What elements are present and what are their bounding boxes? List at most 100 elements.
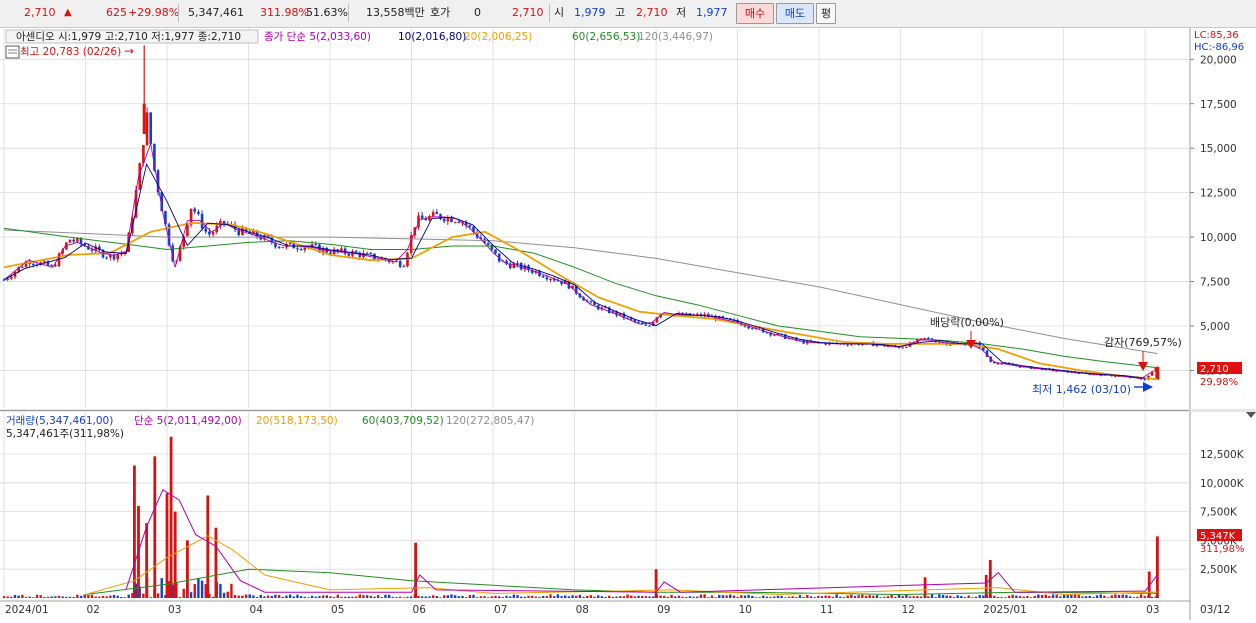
- volume-bar: [46, 596, 50, 598]
- low-note: 최저 1,462 (03/10): [1032, 383, 1131, 396]
- volume-bar: [17, 595, 20, 598]
- volume-bar: [347, 596, 350, 598]
- volume-bar: [696, 596, 699, 598]
- volume-bar: [285, 595, 288, 598]
- candle-body: [541, 275, 545, 278]
- volume-bar: [993, 595, 996, 598]
- volume-bar: [281, 596, 284, 598]
- volume-bar: [1029, 597, 1033, 598]
- volume-bar: [508, 596, 512, 598]
- volume-bar: [497, 596, 501, 598]
- stock-chart[interactable]: 2024/01 02 03 04 05 06 07 08 09 10 11 12 2025/01 02 03…: [0, 28, 1256, 620]
- x-tick-label: 2024/01: [5, 604, 49, 616]
- candle-body: [457, 222, 461, 224]
- volume-bar: [542, 595, 545, 598]
- buy-button[interactable]: 매수: [736, 3, 774, 24]
- candle-body: [197, 211, 200, 214]
- volume-bar: [1026, 596, 1029, 598]
- average-button[interactable]: 평: [816, 3, 836, 24]
- volume-bar: [358, 594, 361, 598]
- volume-bar: [556, 594, 560, 598]
- volume-spike-bar: [214, 527, 218, 598]
- volume-bar: [409, 596, 413, 598]
- volume-bar: [450, 594, 453, 598]
- volume-bar: [593, 596, 596, 598]
- volume-bar: [1011, 594, 1014, 598]
- volume-bar: [960, 595, 963, 598]
- current-price: 2,710: [24, 6, 56, 19]
- volume-bar: [65, 596, 68, 598]
- volume-bar: [87, 595, 90, 598]
- volume-bar: [288, 594, 292, 598]
- candle-body: [846, 344, 849, 346]
- candle-body: [76, 238, 79, 242]
- volume-bar: [549, 594, 552, 598]
- volume-bar: [901, 595, 904, 598]
- volume-bar: [1150, 597, 1154, 598]
- volume-bar: [219, 584, 222, 598]
- volume-spike-bar: [206, 495, 210, 598]
- volume-bar: [494, 595, 497, 598]
- volume-bar: [248, 594, 251, 598]
- calendar-icon[interactable]: [5, 45, 20, 59]
- volume-bar: [571, 595, 574, 598]
- sell-button[interactable]: 매도: [776, 3, 814, 24]
- volume-bar: [263, 596, 266, 598]
- volume-bar: [674, 596, 677, 598]
- volume-bar: [32, 597, 35, 598]
- volume-bar: [1121, 594, 1124, 598]
- volume-bar: [446, 595, 450, 598]
- high-price: 2,710: [636, 6, 668, 19]
- candle-body: [927, 337, 930, 339]
- volume-bar: [417, 595, 420, 598]
- volume-bar: [1015, 595, 1018, 598]
- candle-body: [750, 328, 754, 330]
- volume-spike-bar: [169, 436, 173, 598]
- candle-body: [648, 325, 651, 327]
- volume-bar: [622, 596, 626, 598]
- legend-item: 60(403,709,52): [362, 415, 444, 427]
- volume-bar: [575, 595, 578, 598]
- x-tick-label: 09: [657, 604, 670, 616]
- candle-body: [343, 248, 347, 254]
- volume-bar: [211, 596, 215, 598]
- volume-bar: [897, 594, 901, 598]
- volume-spike-bar: [654, 569, 658, 598]
- candle-body: [901, 347, 904, 349]
- volume-bar: [982, 595, 985, 598]
- volume-bar: [861, 594, 864, 598]
- volume-bar: [894, 596, 897, 598]
- volume-bar: [380, 596, 384, 598]
- dividend-note: 배당락(0,00%): [930, 316, 1004, 329]
- last-candle: [1155, 366, 1160, 380]
- volume-bar: [692, 596, 695, 598]
- volume-spike-bar: [1155, 536, 1159, 598]
- volume-bar: [109, 595, 112, 598]
- candle-body: [32, 264, 35, 266]
- volume-bar: [406, 596, 409, 598]
- volume-bar: [1000, 597, 1003, 598]
- volume-bar: [846, 595, 849, 598]
- volume-bar: [608, 595, 611, 598]
- volume-bar: [112, 595, 116, 598]
- volume-bar: [178, 596, 182, 598]
- candle-body: [10, 276, 13, 279]
- volume-bar: [226, 591, 229, 598]
- volume-bar: [828, 595, 831, 598]
- volume-bar: [648, 596, 651, 598]
- stock-info-label: 아센디오 시:1,979 고:2,710 저:1,977 종:2,710: [16, 31, 241, 43]
- volume-spike-bar: [414, 542, 418, 598]
- volume-bar: [743, 595, 747, 598]
- candle-body: [204, 228, 208, 232]
- volume-bar: [791, 596, 794, 598]
- volume-bar: [545, 596, 549, 598]
- candle-body: [369, 252, 373, 254]
- quote-toolbar: 2,710 ▲ 625 +29.98% 5,347,461 311.98% 51…: [0, 0, 1256, 28]
- volume-bar: [732, 595, 736, 598]
- chart-area[interactable]: 2024/01 02 03 04 05 06 07 08 09 10 11 12 2025/01 02 03…: [0, 28, 1256, 620]
- candle-body: [208, 231, 211, 235]
- candle-body: [296, 248, 299, 250]
- price-tick-label: 12,500: [1200, 188, 1237, 200]
- volume-bar: [839, 596, 842, 598]
- volume-bar: [1095, 595, 1099, 598]
